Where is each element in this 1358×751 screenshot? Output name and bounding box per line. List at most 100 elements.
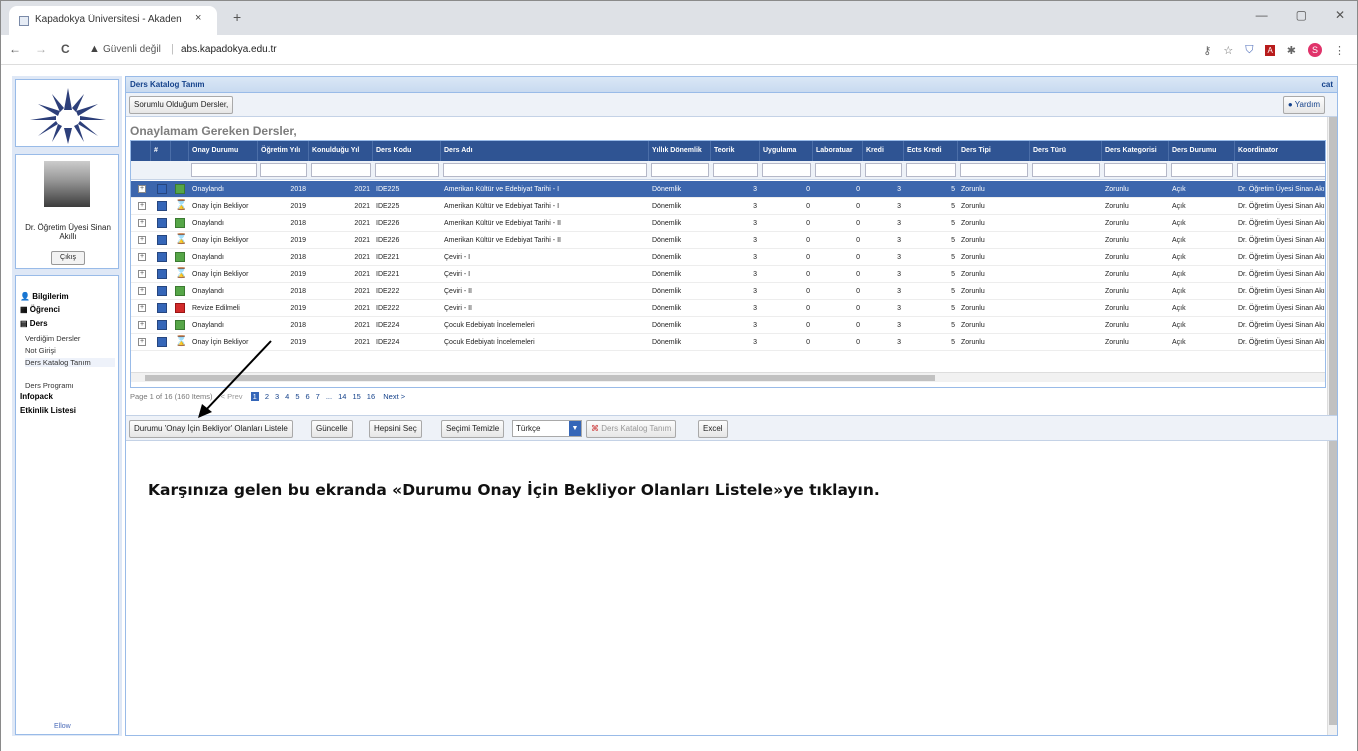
pager-page[interactable]: 3 — [275, 392, 279, 401]
filter-ders-kategorisi[interactable] — [1104, 163, 1167, 177]
sidebar-item-etkinlik-listesi[interactable]: Etkinlik Listesi — [20, 406, 76, 415]
filter-ders-adi[interactable] — [443, 163, 647, 177]
expand-icon[interactable]: + — [138, 185, 146, 193]
catalog-button[interactable]: ⌘ Ders Katalog Tanım — [586, 420, 677, 438]
col-teorik[interactable]: Teorik — [711, 141, 760, 161]
pager-page[interactable]: 7 — [316, 392, 320, 401]
key-icon[interactable]: ⚷ — [1203, 44, 1211, 57]
pager-page[interactable]: 4 — [285, 392, 289, 401]
puzzle-icon[interactable]: ✱ — [1287, 44, 1296, 57]
row-select-icon[interactable] — [157, 201, 167, 211]
help-button[interactable]: ● Yardım — [1282, 96, 1325, 114]
table-row[interactable]: + ⌛ Onay İçin Bekliyor 2019 2021 IDE224 Çocuk … — [131, 334, 1325, 351]
expand-icon[interactable]: + — [138, 321, 146, 329]
language-select[interactable]: Türkçe ▼ — [512, 420, 582, 437]
filter-yillik-donemlik[interactable] — [651, 163, 709, 177]
table-row[interactable]: + Revize Edilmeli 2019 2021 IDE222 Çeviri - I… — [131, 300, 1325, 317]
filter-ogretim-yili[interactable] — [260, 163, 307, 177]
filter-konuldugu-yil[interactable] — [311, 163, 371, 177]
more-options-icon[interactable]: ⋮ — [1334, 44, 1345, 57]
expand-icon[interactable]: + — [138, 219, 146, 227]
sidebar-item-bilgilerim[interactable]: 👤 Bilgilerim — [20, 292, 69, 301]
filter-ders-turu[interactable] — [1032, 163, 1100, 177]
minimize-button[interactable]: — — [1256, 8, 1268, 22]
new-tab-button[interactable]: + — [233, 9, 241, 25]
filter-teorik[interactable] — [713, 163, 758, 177]
col-uygulama[interactable]: Uygulama — [760, 141, 813, 161]
sidebar-item-ders-katalog[interactable]: Ders Katalog Tanım — [25, 358, 115, 367]
horizontal-scrollbar[interactable] — [131, 372, 1325, 382]
pager-page[interactable]: 6 — [306, 392, 310, 401]
select-all-button[interactable]: Hepsini Seç — [369, 420, 422, 438]
sidebar-item-verdigim-dersler[interactable]: Verdiğim Dersler — [25, 334, 80, 343]
tab-sorumlu-dersler[interactable]: Sorumlu Olduğum Dersler, — [129, 96, 234, 114]
shield-icon[interactable]: ⛉ — [1245, 44, 1253, 57]
browser-tab[interactable]: Kapadokya Üniversitesi - Akaden × — [9, 6, 217, 35]
reload-button[interactable]: C — [61, 42, 70, 56]
pager-page[interactable]: 15 — [352, 392, 360, 401]
expand-icon[interactable]: + — [138, 253, 146, 261]
expand-icon[interactable]: + — [138, 338, 146, 346]
close-window-button[interactable]: ✕ — [1335, 8, 1345, 22]
col-ders-durumu[interactable]: Ders Durumu — [1169, 141, 1235, 161]
expand-icon[interactable]: + — [138, 270, 146, 278]
sidebar-item-ders-programi[interactable]: Ders Programı — [25, 381, 74, 390]
filter-ders-tipi[interactable] — [960, 163, 1028, 177]
filter-uygulama[interactable] — [762, 163, 811, 177]
filter-ders-durumu[interactable] — [1171, 163, 1233, 177]
filter-koordinator[interactable] — [1237, 163, 1325, 177]
pager-page[interactable]: 16 — [367, 392, 375, 401]
col-ders-kategorisi[interactable]: Ders Kategorisi — [1102, 141, 1169, 161]
table-row[interactable]: + Onaylandı 2018 2021 IDE224 Çocuk Edebiyatı … — [131, 317, 1325, 334]
filter-ects-kredi[interactable] — [906, 163, 956, 177]
sidebar-item-ders[interactable]: ▤ Ders — [20, 319, 48, 328]
expand-icon[interactable]: + — [138, 202, 146, 210]
maximize-button[interactable]: ▢ — [1296, 8, 1307, 22]
expand-icon[interactable]: + — [138, 304, 146, 312]
table-row[interactable]: + ⌛ Onay İçin Bekliyor 2019 2021 IDE221 Çeviri… — [131, 266, 1325, 283]
col-laboratuar[interactable]: Laboratuar — [813, 141, 863, 161]
col-yillik-donemlik[interactable]: Yıllık Dönemlik — [649, 141, 711, 161]
row-select-icon[interactable] — [157, 235, 167, 245]
pager-page[interactable]: ... — [326, 392, 332, 401]
col-ogretim-yili[interactable]: Öğretim Yılı — [258, 141, 309, 161]
list-waiting-button[interactable]: Durumu 'Onay İçin Bekliyor' Olanları Lis… — [129, 420, 293, 438]
forward-button[interactable]: → — [35, 42, 47, 56]
pager-next[interactable]: Next > — [383, 392, 405, 401]
pager-page[interactable]: 14 — [338, 392, 346, 401]
star-icon[interactable]: ☆ — [1223, 44, 1233, 57]
url-field[interactable]: ▲ Güvenli değil | abs.kapadokya.edu.tr — [85, 40, 1145, 60]
clear-selection-button[interactable]: Seçimi Temizle — [441, 420, 505, 438]
logout-button[interactable]: Çıkış — [51, 251, 85, 265]
row-select-icon[interactable] — [157, 269, 167, 279]
expand-icon[interactable]: + — [138, 287, 146, 295]
filter-laboratuar[interactable] — [815, 163, 861, 177]
row-select-icon[interactable] — [157, 252, 167, 262]
col-onay-durumu[interactable]: Onay Durumu — [189, 141, 258, 161]
row-select-icon[interactable] — [157, 303, 167, 313]
col-ects-kredi[interactable]: Ects Kredi — [904, 141, 958, 161]
col-ders-kodu[interactable]: Ders Kodu — [373, 141, 441, 161]
table-row[interactable]: + ⌛ Onay İçin Bekliyor 2019 2021 IDE226 Amerik… — [131, 232, 1325, 249]
chevron-down-icon[interactable]: ▼ — [569, 421, 581, 436]
update-button[interactable]: Güncelle — [311, 420, 353, 438]
filter-onay-durumu[interactable] — [191, 163, 257, 177]
sidebar-item-infopack[interactable]: Infopack — [20, 392, 53, 401]
pager-page[interactable]: 5 — [295, 392, 299, 401]
expand-icon[interactable]: + — [138, 236, 146, 244]
row-select-icon[interactable] — [157, 184, 167, 194]
row-select-icon[interactable] — [157, 337, 167, 347]
close-tab-icon[interactable]: × — [195, 12, 201, 24]
row-select-icon[interactable] — [157, 320, 167, 330]
sidebar-item-ogrenci[interactable]: ▦ Öğrenci — [20, 305, 60, 314]
col-hash[interactable]: # — [151, 141, 171, 161]
profile-avatar[interactable]: S — [1308, 43, 1322, 57]
table-row[interactable]: + ⌛ Onay İçin Bekliyor 2019 2021 IDE225 Amerik… — [131, 198, 1325, 215]
row-select-icon[interactable] — [157, 218, 167, 228]
sidebar-item-not-girisi[interactable]: Not Girişi — [25, 346, 56, 355]
table-row[interactable]: + Onaylandı 2018 2021 IDE221 Çeviri - I Döneml… — [131, 249, 1325, 266]
excel-button[interactable]: Excel — [698, 420, 728, 438]
col-ders-tipi[interactable]: Ders Tipi — [958, 141, 1030, 161]
row-select-icon[interactable] — [157, 286, 167, 296]
pdf-icon[interactable]: A — [1265, 44, 1275, 56]
